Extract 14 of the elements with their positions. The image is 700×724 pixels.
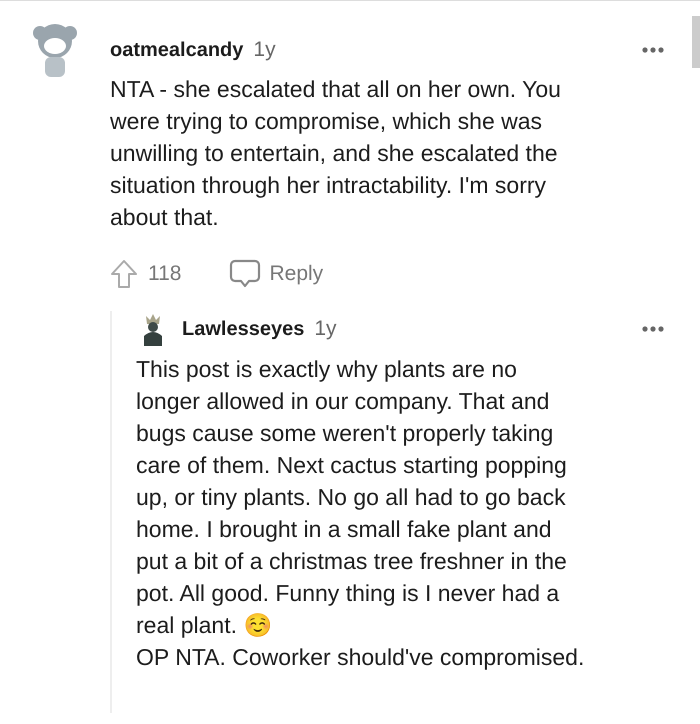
comment-text: NTA - she escalated that all on her own. You were trying to compromise, which she was unwilling to entertain, and she escalated the situation through her intractability. I'm sorry about that. [110, 75, 562, 232]
scrollbar[interactable] [692, 16, 700, 68]
username[interactable]: Lawlesseyes [182, 318, 304, 340]
timestamp: 1y [253, 38, 277, 62]
username[interactable]: oatmealcandy [110, 38, 244, 62]
upvote-icon[interactable] [110, 259, 138, 289]
comment-icon[interactable] [229, 259, 262, 289]
avatar-icon [142, 312, 164, 346]
reply-button[interactable]: Reply [269, 262, 324, 286]
timestamp: 1y [314, 317, 338, 341]
more-options-icon[interactable] [642, 47, 664, 53]
reply-text: This post is exactly why plants are no longer allowed in our company. That and bugs cause some weren't properly taking care of them. Next cactus starting popping up, or tiny plants. No go all had to go back home. I brought in a small fake plant and put a bit of a christmas tree freshner in the pot. All good. Funny thing is I never had a real plant. ☺ OP NTA. Coworker should've compromised. [136, 355, 586, 672]
more-options-icon[interactable] [642, 326, 664, 332]
upvote-count: 118 [148, 262, 182, 286]
